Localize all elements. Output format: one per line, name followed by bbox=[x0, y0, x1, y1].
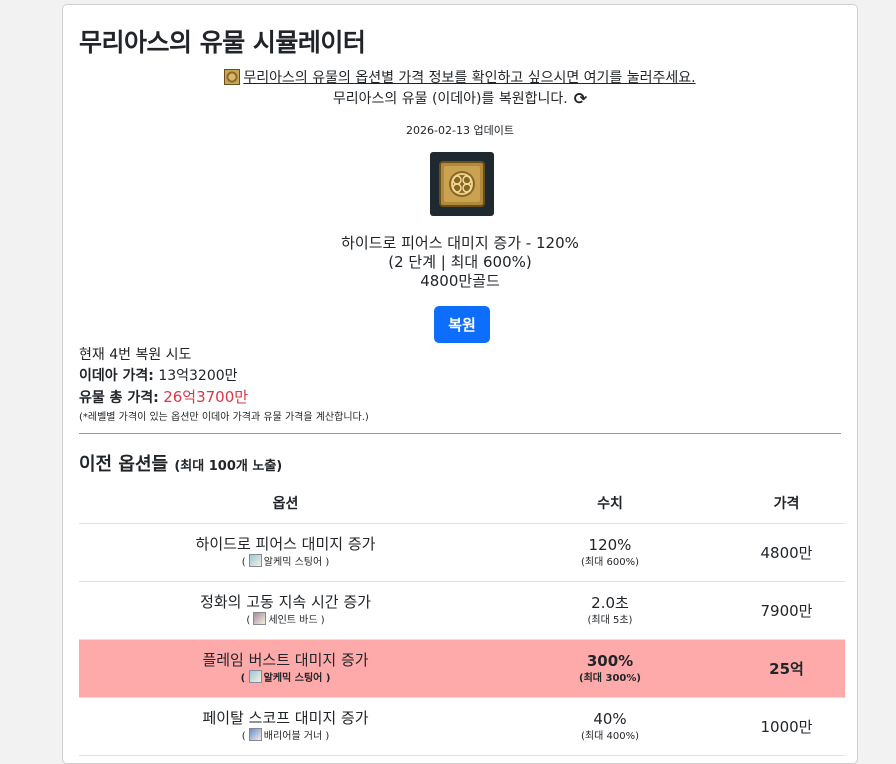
total-price-value: 26억3700만 bbox=[163, 388, 249, 406]
history-heading-note: (최대 100개 노출) bbox=[174, 459, 283, 474]
option-cell: 하이드로 피어스 대미지 증가 ( 알케믹 스팅어 ) bbox=[79, 523, 492, 582]
option-cell: 페이탈 스코프 대미지 증가 ( 배리어블 거너 ) bbox=[79, 697, 492, 756]
option-price: 4800만 bbox=[728, 523, 845, 582]
option-value: 120% bbox=[588, 535, 632, 554]
option-value: 40% bbox=[593, 709, 627, 728]
idea-price-label: 이데아 가격: bbox=[79, 368, 154, 384]
idea-price-line: 이데아 가격: 13억3200만 bbox=[79, 366, 369, 387]
current-option-level: (2 단계 | 최대 600%) bbox=[388, 253, 532, 271]
option-name: 페이탈 스코프 대미지 증가 bbox=[202, 709, 369, 727]
option-max: (최대 5초) bbox=[587, 614, 633, 626]
main-card: 무리아스의 유물 시뮬레이터 무리아스의 유물의 옵션별 가격 정보를 확인하고… bbox=[62, 4, 858, 764]
column-header-price: 가격 bbox=[728, 483, 845, 524]
divider bbox=[79, 433, 841, 434]
class-icon bbox=[253, 612, 267, 625]
current-option-name: 하이드로 피어스 대미지 증가 - 120% bbox=[341, 234, 579, 252]
total-price-label: 유물 총 가격: bbox=[79, 390, 159, 406]
table-row-highlighted: 플레임 버스트 대미지 증가 ( 알케믹 스팅어 ) 300% (최대 300%… bbox=[79, 639, 845, 698]
restore-button[interactable]: 복원 bbox=[434, 306, 490, 343]
option-value: 300% bbox=[586, 651, 634, 670]
description-text: 무리아스의 유물 (이데아)를 복원합니다. bbox=[332, 91, 568, 107]
column-header-option: 옵션 bbox=[79, 483, 492, 524]
option-price: 1000만 bbox=[728, 697, 845, 756]
option-name: 플레임 버스트 대미지 증가 bbox=[202, 651, 369, 669]
price-info-link[interactable]: 무리아스의 유물의 옵션별 가격 정보를 확인하고 싶으시면 여기를 눌러주세요… bbox=[243, 70, 695, 86]
class-icon bbox=[248, 728, 262, 741]
value-cell: 300% (최대 300%) bbox=[492, 639, 728, 698]
relic-icon bbox=[439, 161, 485, 207]
current-option: 하이드로 피어스 대미지 증가 - 120% (2 단계 | 최대 600%) … bbox=[79, 234, 841, 291]
option-source-name: 세인트 바드 bbox=[268, 615, 318, 626]
history-heading-text: 이전 옵션들 bbox=[79, 454, 169, 475]
class-icon bbox=[248, 670, 262, 683]
stats-block: 현재 4번 복원 시도 이데아 가격: 13억3200만 유물 총 가격: 26… bbox=[79, 345, 369, 427]
option-source: ( 배리어블 거너 ) bbox=[79, 728, 492, 745]
value-cell: 120% (최대 600%) bbox=[492, 523, 728, 582]
option-name: 하이드로 피어스 대미지 증가 bbox=[195, 535, 376, 553]
option-name: 정화의 고동 지속 시간 증가 bbox=[200, 593, 371, 611]
current-option-price: 4800만골드 bbox=[420, 272, 500, 290]
idea-price-value: 13억3200만 bbox=[158, 368, 238, 384]
value-cell: 2.0초 (최대 5초) bbox=[492, 581, 728, 640]
price-note: (*레벨별 가격이 있는 옵션만 이데아 가격과 유물 가격을 계산합니다.) bbox=[79, 412, 369, 423]
option-cell: 정화의 고동 지속 시간 증가 ( 세인트 바드 ) bbox=[79, 581, 492, 640]
option-source-name: 알케믹 스팅어 bbox=[263, 673, 323, 684]
table-row: 정화의 고동 지속 시간 증가 ( 세인트 바드 ) 2.0초 (최대 5초) … bbox=[79, 581, 845, 640]
option-source-name: 배리어블 거너 bbox=[263, 731, 323, 742]
option-price: 7900만 bbox=[728, 581, 845, 640]
option-max: (최대 600%) bbox=[581, 556, 639, 568]
option-price: 25억 bbox=[728, 639, 845, 698]
option-source-name: 알케믹 스팅어 bbox=[263, 557, 323, 568]
total-price-line: 유물 총 가격: 26억3700만 bbox=[79, 387, 369, 409]
option-source: ( 세인트 바드 ) bbox=[79, 612, 492, 629]
option-max: (최대 400%) bbox=[581, 730, 639, 742]
column-header-value: 수치 bbox=[492, 483, 728, 524]
refresh-icon[interactable]: ⟳ bbox=[574, 89, 587, 108]
option-source: ( 알케믹 스팅어 ) bbox=[79, 554, 492, 571]
history-heading: 이전 옵션들 (최대 100개 노출) bbox=[79, 450, 282, 476]
history-table: 옵션 수치 가격 하이드로 피어스 대미지 증가 ( 알케믹 스팅어 ) 120… bbox=[79, 483, 845, 756]
option-source: ( 알케믹 스팅어 ) bbox=[79, 670, 492, 687]
relic-mini-icon bbox=[224, 69, 241, 85]
price-info-line: 무리아스의 유물의 옵션별 가격 정보를 확인하고 싶으시면 여기를 눌러주세요… bbox=[79, 67, 841, 87]
option-value: 2.0초 bbox=[591, 593, 629, 612]
relic-image bbox=[430, 152, 494, 216]
table-header-row: 옵션 수치 가격 bbox=[79, 483, 845, 524]
description-line: 무리아스의 유물 (이데아)를 복원합니다. ⟳ bbox=[79, 88, 841, 108]
class-icon bbox=[248, 554, 262, 567]
page-title: 무리아스의 유물 시뮬레이터 bbox=[79, 28, 366, 57]
value-cell: 40% (최대 400%) bbox=[492, 697, 728, 756]
table-row: 하이드로 피어스 대미지 증가 ( 알케믹 스팅어 ) 120% (최대 600… bbox=[79, 523, 845, 582]
table-row: 페이탈 스코프 대미지 증가 ( 배리어블 거너 ) 40% (최대 400%)… bbox=[79, 697, 845, 756]
option-max: (최대 300%) bbox=[579, 672, 641, 684]
attempts-text: 현재 4번 복원 시도 bbox=[79, 347, 192, 363]
option-cell: 플레임 버스트 대미지 증가 ( 알케믹 스팅어 ) bbox=[79, 639, 492, 698]
update-date: 2026-02-13 업데이트 bbox=[406, 124, 514, 137]
